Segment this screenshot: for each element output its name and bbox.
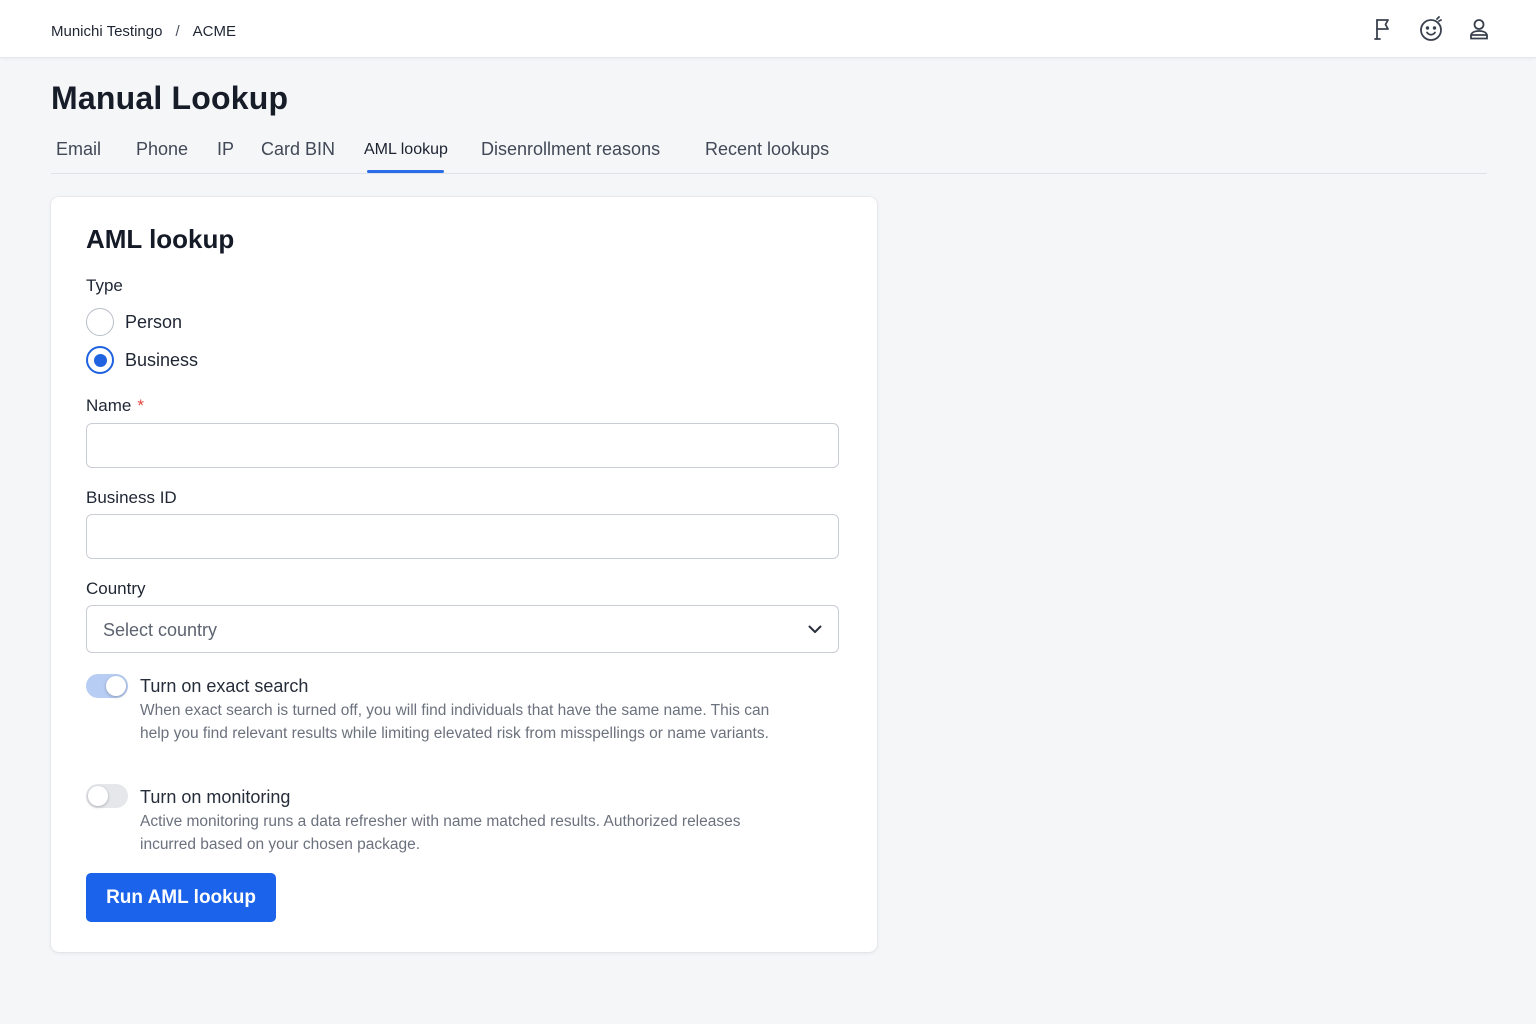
smiley-icon[interactable] [1416,14,1446,44]
tab-ip[interactable]: IP [217,139,234,160]
radio-person-label: Person [125,311,183,332]
name-label: Name * [86,396,144,416]
top-bar: Munichi Testingo / ACME [0,0,1536,58]
name-input[interactable] [86,423,839,468]
card-title: AML lookup [86,224,235,254]
breadcrumb-separator: / [175,23,180,40]
radio-business-circle[interactable] [86,346,114,374]
page-title: Manual Lookup [51,80,289,116]
tab-disenrollment-reasons[interactable]: Disenrollment reasons [481,139,660,160]
breadcrumb: Munichi Testingo / ACME [51,23,236,40]
monitoring-toggle[interactable] [86,784,128,808]
exact-search-description: When exact search is turned off, you wil… [140,702,770,742]
business-id-label: Business ID [86,488,177,507]
breadcrumb-org[interactable]: Munichi Testingo [51,23,162,40]
tab-phone[interactable]: Phone [136,139,188,160]
monitoring-description: Active monitoring runs a data refresher … [140,813,741,853]
user-icon[interactable] [1464,14,1494,44]
radio-selected-dot [93,353,107,367]
business-id-input[interactable] [86,514,839,559]
breadcrumb-current: ACME [192,23,236,40]
name-label-text: Name [86,396,132,415]
tab-aml-lookup[interactable]: AML lookup [364,141,448,159]
type-label: Type [86,276,123,295]
radio-business[interactable]: Business [86,346,198,374]
active-tab-indicator [367,170,444,173]
run-aml-lookup-button[interactable]: Run AML lookup [86,873,276,922]
exact-search-title: Turn on exact search [140,676,309,696]
monitoring-title: Turn on monitoring [140,787,291,807]
flag-icon[interactable] [1368,14,1398,44]
toggle-knob [106,676,126,696]
radio-business-label: Business [125,349,199,370]
chevron-down-icon [808,625,822,633]
required-mark: * [137,396,144,415]
country-select-placeholder: Select country [103,620,218,640]
tab-bar: Email Phone IP Card BIN AML lookup Disen… [51,128,1487,174]
country-select[interactable]: Select country [86,605,839,653]
tab-recent-lookups[interactable]: Recent lookups [705,139,829,160]
radio-person[interactable]: Person [86,308,182,336]
exact-search-toggle[interactable] [86,674,128,698]
tab-email[interactable]: Email [56,139,101,160]
aml-lookup-card: AML lookup Type Person Business Name * Bu… [51,197,877,952]
top-icons [1368,14,1494,44]
radio-person-circle[interactable] [86,308,114,336]
tab-card-bin[interactable]: Card BIN [261,139,335,160]
country-label: Country [86,579,146,598]
toggle-knob [88,786,108,806]
